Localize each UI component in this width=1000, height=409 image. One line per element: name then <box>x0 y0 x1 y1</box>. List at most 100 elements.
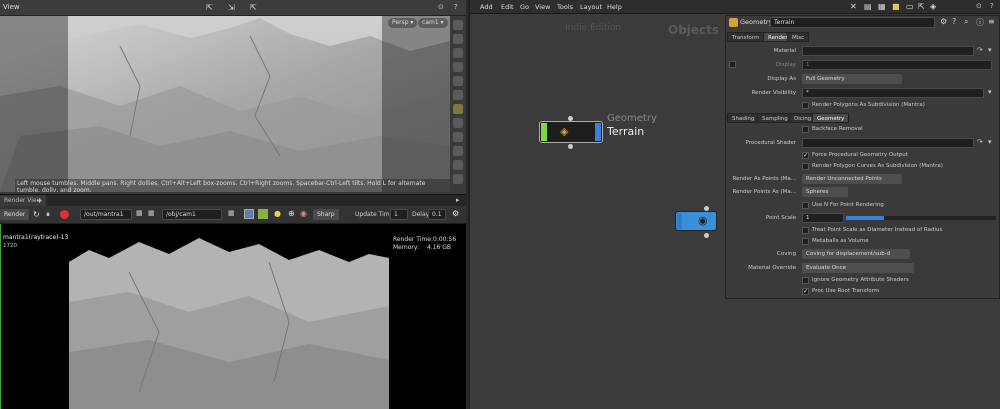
network-icon[interactable]: ◈ <box>930 2 936 11</box>
tab-geometry[interactable]: Geometry <box>812 113 850 123</box>
sticky-note-icon[interactable]: ■ <box>892 2 900 11</box>
tab-sampling[interactable]: Sampling <box>757 113 793 123</box>
update-time-field[interactable]: 1 <box>390 209 408 220</box>
light-bulb-icon[interactable]: ● <box>274 209 281 218</box>
render-flag[interactable] <box>595 123 601 141</box>
render-polygons-checkbox[interactable] <box>802 102 809 109</box>
rop-select-icon[interactable]: ▦ <box>136 209 143 217</box>
shader-choose-icon[interactable]: ▾ <box>988 138 992 146</box>
render-output[interactable]: mantra1(raytrace)-13:15:46 1720 Render T… <box>0 224 466 409</box>
menu-edit[interactable]: Edit <box>501 3 514 11</box>
tab-menu-icon[interactable]: ▸ <box>456 196 460 204</box>
menu-view[interactable]: View <box>535 3 550 11</box>
snap-icon[interactable] <box>453 160 463 170</box>
camera-node-flag[interactable] <box>677 213 682 229</box>
menu-help[interactable]: Help <box>607 3 622 11</box>
help-icon[interactable]: ? <box>990 2 994 10</box>
camera-node-output[interactable] <box>704 233 709 238</box>
display-flag[interactable] <box>541 123 547 141</box>
force-procedural-checkbox[interactable]: ✓ <box>802 152 809 159</box>
terrain-node-output[interactable] <box>568 144 573 149</box>
camera-node-input[interactable] <box>704 206 709 211</box>
help-icon[interactable]: ? <box>454 3 458 11</box>
grid-icon[interactable]: ▦ <box>878 2 886 11</box>
display-icon[interactable] <box>453 62 463 72</box>
render-visibility-menu-icon[interactable]: ▾ <box>988 88 992 96</box>
refresh-icon[interactable]: ↻ <box>33 210 40 219</box>
tools-icon[interactable]: ✕ <box>850 2 857 11</box>
param-gear-icon[interactable]: ⚙ <box>940 17 947 26</box>
render-as-points-dropdown[interactable]: Render Unconnected Points <box>802 174 902 184</box>
light-icon[interactable] <box>453 104 463 114</box>
zoom-icon[interactable]: ⊕ <box>288 209 295 218</box>
sharp-toggle[interactable]: Sharp <box>313 209 339 220</box>
material-override-dropdown[interactable]: Evaluate Once <box>802 263 914 273</box>
snapshot-icon[interactable] <box>244 209 254 219</box>
geometry-icon[interactable] <box>453 146 463 156</box>
persp-menu[interactable]: Persp ▾ <box>388 18 418 28</box>
menu-add[interactable]: Add <box>480 3 493 11</box>
treat-point-scale-checkbox[interactable] <box>802 227 809 234</box>
material-field[interactable] <box>802 46 974 56</box>
camera-path-field[interactable]: /obj/cam1 <box>162 209 222 220</box>
display-as-dropdown[interactable]: Full Geometry <box>802 74 902 84</box>
color-picker-icon[interactable]: ◉ <box>300 209 307 218</box>
render-curves-checkbox[interactable] <box>802 163 809 170</box>
render-visibility-field[interactable]: * <box>802 88 984 98</box>
layout-icon[interactable]: ▤ <box>864 2 872 11</box>
material-jump-icon[interactable]: ↷ <box>977 46 983 54</box>
render-region-icon[interactable] <box>453 174 463 184</box>
terrain-node-input[interactable] <box>568 116 573 121</box>
shader-jump-icon[interactable]: ↷ <box>977 138 983 146</box>
material-choose-icon[interactable]: ▾ <box>988 46 992 54</box>
display-field[interactable]: 1 <box>802 60 992 70</box>
pause-icon[interactable]: ⏸ <box>46 210 50 220</box>
pin-icon[interactable]: ⊙ <box>976 2 982 10</box>
move-tool-icon[interactable]: ⇲ <box>228 3 238 13</box>
tab-misc[interactable]: Misc <box>787 32 810 42</box>
backface-checkbox[interactable] <box>802 126 809 133</box>
wireframe-icon[interactable] <box>453 90 463 100</box>
camera-select-icon[interactable]: ▦ <box>148 209 155 217</box>
lightbulb-icon[interactable] <box>453 118 463 128</box>
metaballs-checkbox[interactable] <box>802 238 809 245</box>
camera-node[interactable]: ◉ <box>675 211 717 231</box>
select-tool-icon[interactable]: ⇱ <box>206 3 216 13</box>
brush-icon[interactable] <box>258 209 268 219</box>
pin-icon[interactable]: ⊙ <box>438 3 444 11</box>
stop-icon[interactable] <box>60 210 69 219</box>
camera-icon[interactable] <box>453 20 463 30</box>
tab-shading[interactable]: Shading <box>727 113 760 123</box>
nav-icon[interactable]: ⇱ <box>918 2 925 11</box>
tab-transform[interactable]: Transform <box>727 32 765 42</box>
use-n-checkbox[interactable] <box>802 202 809 209</box>
settings-icon[interactable]: ⚙ <box>452 209 459 218</box>
rop-path-field[interactable]: /out/mantra1 <box>80 209 132 220</box>
rotate-tool-icon[interactable]: ⇱ <box>250 3 260 13</box>
camera-menu[interactable]: cam1 ▾ <box>418 18 448 28</box>
point-scale-field[interactable]: 1 <box>802 213 844 223</box>
param-search-icon[interactable]: ⌕ <box>964 17 968 27</box>
menu-layout[interactable]: Layout <box>580 3 602 11</box>
param-menu-icon[interactable]: ≡ <box>988 17 995 26</box>
proc-use-root-checkbox[interactable]: ✓ <box>802 288 809 295</box>
point-scale-slider[interactable] <box>846 216 996 220</box>
procedural-shader-field[interactable] <box>802 138 974 148</box>
pane-icon[interactable]: ▭ <box>906 2 914 11</box>
shading-icon[interactable] <box>453 76 463 86</box>
menu-tools[interactable]: Tools <box>557 3 573 11</box>
menu-go[interactable]: Go <box>520 3 529 11</box>
param-info-icon[interactable]: ⓘ <box>976 17 984 28</box>
grid-icon[interactable] <box>453 132 463 142</box>
ignore-geo-checkbox[interactable] <box>802 277 809 284</box>
terrain-node[interactable]: ◈ <box>539 121 603 143</box>
viewport-3d-scene[interactable]: Persp ▾ cam1 ▾ Left mouse tumbles. Middl… <box>0 16 450 192</box>
eye-icon[interactable] <box>453 34 463 44</box>
render-points-as-dropdown[interactable]: Spheres <box>802 187 848 197</box>
coving-dropdown[interactable]: Coving for displacement/sub-d <box>802 249 910 259</box>
lock-icon[interactable] <box>453 48 463 58</box>
param-node-name[interactable]: Terrain <box>770 17 935 28</box>
render-button[interactable]: Render <box>0 209 30 220</box>
camera-pick-icon[interactable]: ▦ <box>228 209 235 217</box>
delay-field[interactable]: 0.1 <box>428 209 446 220</box>
